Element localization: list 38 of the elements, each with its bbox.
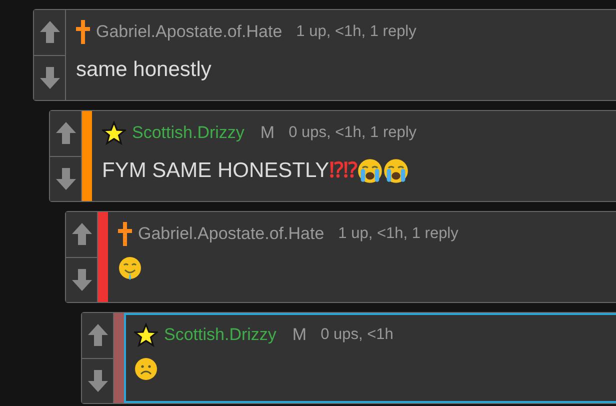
username[interactable]: Gabriel.Apostate.of.Hate (96, 19, 282, 45)
drooling-face-icon (118, 256, 142, 282)
cross-icon (76, 20, 90, 44)
star-icon (134, 323, 158, 347)
down-arrow-icon (72, 268, 92, 291)
username[interactable]: Scottish.Drizzy (164, 322, 276, 348)
comment-meta: 0 ups, <1h, 1 reply (288, 123, 417, 144)
downvote-button[interactable] (34, 54, 66, 100)
cross-icon (118, 222, 132, 246)
comment-meta: 0 ups, <1h (320, 325, 394, 346)
upvote-button[interactable] (50, 111, 82, 156)
comment-meta: 1 up, <1h, 1 reply (296, 22, 416, 42)
crying-face-icon (357, 158, 384, 184)
gender-label: M (260, 122, 275, 144)
up-arrow-icon (40, 21, 60, 44)
upvote-button[interactable] (66, 212, 98, 256)
frowning-face-icon (134, 357, 158, 381)
interrobang-mark: ⁉ (329, 158, 344, 184)
comment-text: FYM SAME HONESTLY (102, 158, 330, 184)
downvote-button[interactable] (82, 358, 114, 403)
username[interactable]: Gabriel.Apostate.of.Hate (138, 221, 324, 247)
username[interactable]: Scottish.Drizzy (132, 120, 244, 146)
down-arrow-icon (56, 168, 76, 190)
up-arrow-icon (56, 122, 76, 144)
crying-face-icon (383, 158, 410, 184)
gender-label: M (292, 324, 307, 346)
down-arrow-icon (40, 66, 60, 89)
comment-text: same honestly (76, 57, 212, 83)
up-arrow-icon (88, 324, 108, 346)
interrobang-mark: ⁉ (343, 158, 358, 184)
downvote-button[interactable] (50, 156, 82, 201)
downvote-button[interactable] (66, 256, 98, 302)
up-arrow-icon (72, 223, 92, 246)
upvote-button[interactable] (82, 313, 114, 358)
down-arrow-icon (88, 370, 108, 392)
upvote-button[interactable] (34, 10, 66, 54)
star-icon (102, 121, 126, 145)
comment-meta: 1 up, <1h, 1 reply (338, 224, 458, 244)
